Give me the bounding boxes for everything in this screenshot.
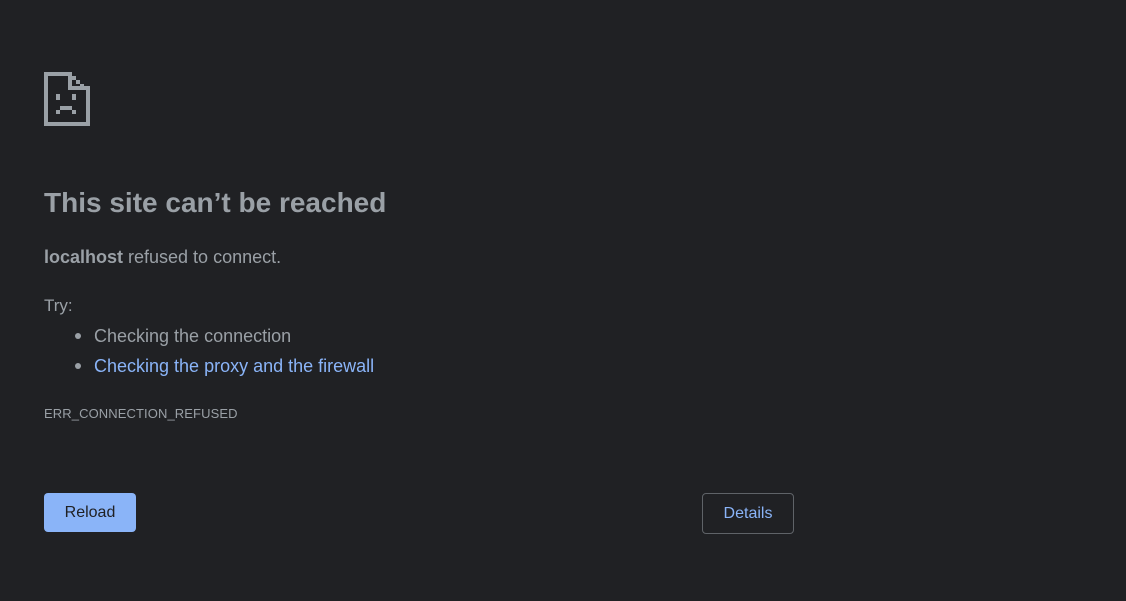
suggestion-text: Checking the connection: [94, 326, 292, 346]
suggestions-list: Checking the connection Checking the pro…: [44, 322, 374, 382]
page-title: This site can’t be reached: [44, 187, 387, 218]
error-page: This site can’t be reached localhost ref…: [0, 0, 1126, 601]
proxy-firewall-link[interactable]: Checking the proxy and the firewall: [94, 356, 374, 376]
details-button[interactable]: Details: [702, 493, 794, 534]
bullet-icon: [75, 363, 81, 369]
reload-button[interactable]: Reload: [44, 493, 136, 532]
suggestion-item: Checking the connection: [44, 322, 374, 352]
suggestion-item: Checking the proxy and the firewall: [44, 352, 374, 382]
sad-document-icon: [44, 72, 90, 126]
error-message: refused to connect.: [123, 247, 282, 267]
host-name: localhost: [44, 247, 124, 267]
error-summary: localhost refused to connect.: [44, 245, 281, 269]
error-code: ERR_CONNECTION_REFUSED: [44, 406, 238, 421]
bullet-icon: [75, 333, 81, 339]
try-label: Try:: [44, 296, 73, 315]
